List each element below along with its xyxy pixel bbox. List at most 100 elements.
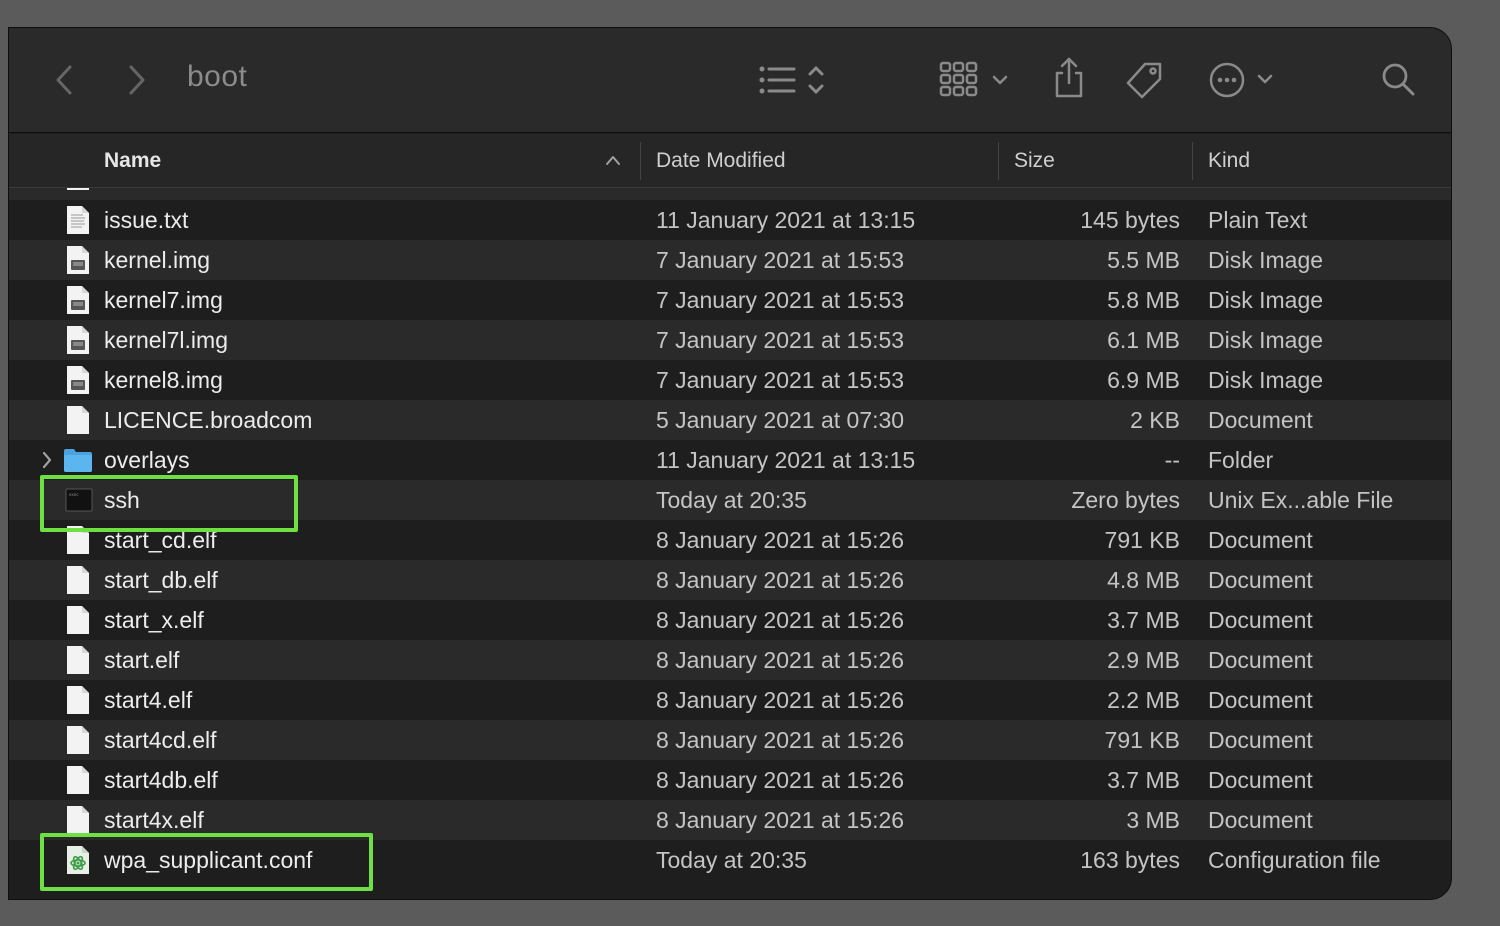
column-separator[interactable] bbox=[998, 142, 999, 180]
file-size: Zero bytes bbox=[1071, 486, 1180, 513]
file-name: start_cd.elf bbox=[104, 526, 217, 553]
file-row[interactable]: exec ssh Today at 20:35 Zero bytes Unix Ex..… bbox=[9, 480, 1451, 520]
file-kind: Disk Image bbox=[1208, 366, 1324, 393]
file-size: 5.8 MB bbox=[1107, 286, 1180, 313]
disk-image-icon bbox=[65, 245, 91, 275]
tag-icon[interactable] bbox=[1123, 60, 1165, 102]
file-name: kernel7l.img bbox=[104, 326, 228, 353]
file-size: 2.2 MB bbox=[1107, 686, 1180, 713]
file-row[interactable]: start4cd.elf 8 January 2021 at 15:26 791 K… bbox=[9, 720, 1451, 760]
file-date-modified: Today at 20:35 bbox=[656, 846, 807, 873]
toolbar: boot bbox=[9, 28, 1451, 133]
file-size: 3.7 MB bbox=[1107, 606, 1180, 633]
back-icon[interactable] bbox=[49, 60, 79, 100]
file-date-modified: 7 January 2021 at 15:53 bbox=[656, 326, 905, 353]
file-row[interactable]: start_cd.elf 8 January 2021 at 15:26 791 K… bbox=[9, 520, 1451, 560]
file-row[interactable]: start.elf 8 January 2021 at 15:26 2.9 MB Do… bbox=[9, 640, 1451, 680]
file-name: start4db.elf bbox=[104, 766, 218, 793]
file-date-modified: 8 January 2021 at 15:26 bbox=[656, 526, 905, 553]
file-row[interactable]: kernel7l.img 7 January 2021 at 15:53 6.1 M… bbox=[9, 320, 1451, 360]
finder-window: boot Name Date Modified Size Kind issue.… bbox=[8, 27, 1452, 900]
group-icon[interactable] bbox=[937, 60, 1011, 100]
forward-icon[interactable] bbox=[122, 60, 152, 100]
file-name: start4.elf bbox=[104, 686, 193, 713]
file-kind: Document bbox=[1208, 526, 1313, 553]
file-date-modified: Today at 20:35 bbox=[656, 486, 807, 513]
column-separator[interactable] bbox=[640, 142, 641, 180]
column-name[interactable]: Name bbox=[104, 134, 161, 188]
document-icon bbox=[65, 725, 91, 755]
file-row[interactable]: start4db.elf 8 January 2021 at 15:26 3.7 M… bbox=[9, 760, 1451, 800]
file-date-modified: 5 January 2021 at 07:30 bbox=[656, 406, 905, 433]
column-size[interactable]: Size bbox=[1014, 134, 1055, 188]
file-name: kernel7.img bbox=[104, 286, 223, 313]
file-name: LICENCE.broadcom bbox=[104, 406, 313, 433]
file-kind: Disk Image bbox=[1208, 246, 1324, 273]
document-icon bbox=[65, 765, 91, 795]
file-size: 6.1 MB bbox=[1107, 326, 1180, 353]
file-date-modified: 8 January 2021 at 15:26 bbox=[656, 726, 905, 753]
folder-title: boot bbox=[187, 60, 248, 93]
file-kind: Document bbox=[1208, 686, 1313, 713]
document-icon bbox=[65, 565, 91, 595]
file-date-modified: 8 January 2021 at 15:26 bbox=[656, 646, 905, 673]
sort-ascending-icon[interactable] bbox=[605, 153, 621, 171]
file-size: 2.9 MB bbox=[1107, 646, 1180, 673]
more-icon[interactable] bbox=[1207, 60, 1277, 100]
file-date-modified: 7 January 2021 at 15:53 bbox=[656, 246, 905, 273]
file-size: 791 KB bbox=[1104, 526, 1180, 553]
file-row[interactable]: start4.elf 8 January 2021 at 15:26 2.2 MB D… bbox=[9, 680, 1451, 720]
file-name: issue.txt bbox=[104, 206, 189, 233]
file-kind: Configuration file bbox=[1208, 846, 1381, 873]
disclosure-chevron-icon[interactable] bbox=[41, 451, 53, 474]
column-kind[interactable]: Kind bbox=[1208, 134, 1250, 188]
file-date-modified: 8 January 2021 at 15:26 bbox=[656, 806, 905, 833]
share-icon[interactable] bbox=[1051, 56, 1087, 100]
file-name: kernel8.img bbox=[104, 366, 223, 393]
file-size: 3.7 MB bbox=[1107, 766, 1180, 793]
search-icon[interactable] bbox=[1381, 62, 1417, 98]
file-name: start4x.elf bbox=[104, 806, 204, 833]
file-size: 2 KB bbox=[1130, 406, 1180, 433]
file-row[interactable]: kernel8.img 7 January 2021 at 15:53 6.9 MB… bbox=[9, 360, 1451, 400]
file-row[interactable]: LICENCE.broadcom 5 January 2021 at 07:30 2… bbox=[9, 400, 1451, 440]
file-size: 163 bytes bbox=[1080, 846, 1180, 873]
file-row[interactable]: kernel.img 7 January 2021 at 15:53 5.5 MB D… bbox=[9, 240, 1451, 280]
document-icon bbox=[65, 405, 91, 435]
file-date-modified: 8 January 2021 at 15:26 bbox=[656, 686, 905, 713]
file-name: start.elf bbox=[104, 646, 180, 673]
file-date-modified: 7 January 2021 at 15:53 bbox=[656, 366, 905, 393]
file-date-modified: 7 January 2021 at 15:53 bbox=[656, 286, 905, 313]
file-row[interactable]: issue.txt 11 January 2021 at 13:15 145 byt… bbox=[9, 200, 1451, 240]
partial-row[interactable] bbox=[9, 188, 1451, 200]
file-row[interactable]: start_x.elf 8 January 2021 at 15:26 3.7 MB… bbox=[9, 600, 1451, 640]
file-row[interactable]: start4x.elf 8 January 2021 at 15:26 3 MB Do… bbox=[9, 800, 1451, 840]
disk-image-icon bbox=[65, 285, 91, 315]
column-separator[interactable] bbox=[1192, 142, 1193, 180]
file-size: 791 KB bbox=[1104, 726, 1180, 753]
disk-image-icon bbox=[65, 325, 91, 355]
text-file-icon bbox=[65, 205, 91, 235]
file-date-modified: 11 January 2021 at 13:15 bbox=[656, 206, 916, 233]
file-row[interactable]: start_db.elf 8 January 2021 at 15:26 4.8 M… bbox=[9, 560, 1451, 600]
file-kind: Document bbox=[1208, 766, 1313, 793]
file-name: start_x.elf bbox=[104, 606, 204, 633]
file-size: 5.5 MB bbox=[1107, 246, 1180, 273]
folder-icon bbox=[63, 447, 93, 477]
file-kind: Plain Text bbox=[1208, 206, 1308, 233]
document-icon bbox=[67, 188, 89, 190]
file-kind: Document bbox=[1208, 606, 1313, 633]
file-row[interactable]: kernel7.img 7 January 2021 at 15:53 5.8 MB… bbox=[9, 280, 1451, 320]
file-kind: Disk Image bbox=[1208, 286, 1324, 313]
document-icon bbox=[65, 645, 91, 675]
column-header: Name Date Modified Size Kind bbox=[9, 134, 1451, 188]
file-row[interactable]: overlays 11 January 2021 at 13:15 -- Folder bbox=[9, 440, 1451, 480]
file-size: 6.9 MB bbox=[1107, 366, 1180, 393]
file-size: -- bbox=[1164, 446, 1180, 473]
document-icon bbox=[65, 525, 91, 555]
config-file-icon bbox=[65, 845, 91, 875]
file-row[interactable]: wpa_supplicant.conf Today at 20:35 163 byt… bbox=[9, 840, 1451, 880]
file-kind: Document bbox=[1208, 806, 1313, 833]
list-view-icon[interactable] bbox=[757, 62, 831, 98]
column-date-modified[interactable]: Date Modified bbox=[656, 134, 786, 188]
